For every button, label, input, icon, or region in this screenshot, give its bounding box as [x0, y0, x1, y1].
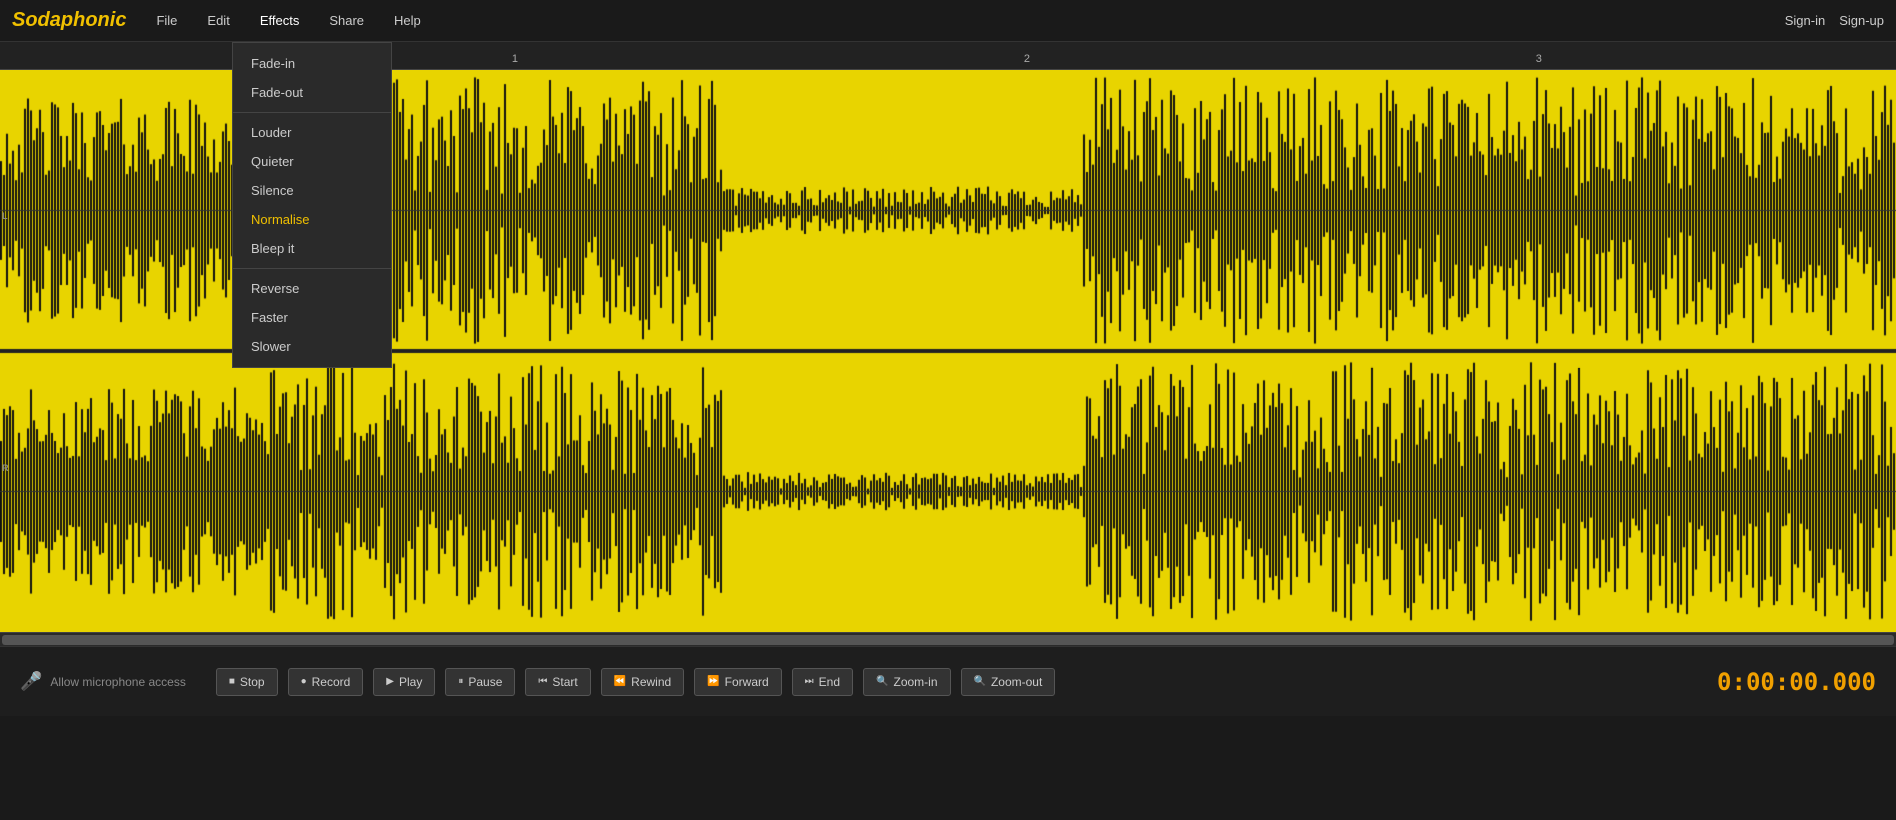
menu-divider-1 [233, 112, 391, 113]
menu-slower[interactable]: Slower [233, 332, 391, 361]
nav-share[interactable]: Share [323, 9, 370, 32]
track-label-L: L [2, 211, 8, 221]
zoom-out-icon: 🔍 [974, 676, 986, 687]
stop-icon: ■ [229, 676, 235, 687]
signin-link[interactable]: Sign-in [1785, 13, 1825, 28]
rewind-icon: ⏪ [614, 676, 626, 687]
end-button[interactable]: ⏭ End [792, 668, 853, 696]
menu-faster[interactable]: Faster [233, 303, 391, 332]
menu-quieter[interactable]: Quieter [233, 147, 391, 176]
forward-label: Forward [725, 675, 769, 689]
menu-silence[interactable]: Silence [233, 176, 391, 205]
menu-divider-2 [233, 268, 391, 269]
forward-button[interactable]: ⏩ Forward [694, 668, 781, 696]
ruler-mark-2: 2 [1024, 53, 1030, 65]
zoom-out-label: Zoom-out [991, 675, 1042, 689]
ruler-mark-1: 1 [512, 53, 518, 65]
mic-section: 🎤 Allow microphone access [20, 671, 186, 692]
menu-bleep-it[interactable]: Bleep it [233, 234, 391, 263]
record-icon: ● [301, 676, 307, 687]
start-icon: ⏮ [538, 676, 547, 687]
nav-effects[interactable]: Effects [254, 9, 306, 32]
stop-label: Stop [240, 675, 265, 689]
rewind-label: Rewind [631, 675, 671, 689]
forward-icon: ⏩ [707, 676, 719, 687]
auth-links: Sign-in Sign-up [1785, 13, 1884, 28]
menu-louder[interactable]: Louder [233, 118, 391, 147]
play-label: Play [399, 675, 422, 689]
scrollbar-thumb[interactable] [2, 635, 1894, 645]
menu-reverse[interactable]: Reverse [233, 274, 391, 303]
header: Sodaphonic File Edit Effects Share Help … [0, 0, 1896, 42]
scrollbar-area[interactable] [0, 632, 1896, 646]
play-button[interactable]: ▶ Play [373, 668, 435, 696]
zoom-in-label: Zoom-in [893, 675, 937, 689]
play-icon: ▶ [386, 676, 394, 687]
menu-normalise[interactable]: Normalise [233, 205, 391, 234]
toolbar: 🎤 Allow microphone access ■ Stop ● Recor… [0, 646, 1896, 716]
record-button[interactable]: ● Record [288, 668, 364, 696]
pause-button[interactable]: ⏸ Pause [445, 668, 515, 696]
start-button[interactable]: ⏮ Start [525, 668, 590, 696]
end-label: End [819, 675, 840, 689]
zoom-out-button[interactable]: 🔍 Zoom-out [961, 668, 1056, 696]
zoom-in-icon: 🔍 [876, 676, 888, 687]
zoom-in-button[interactable]: 🔍 Zoom-in [863, 668, 950, 696]
end-icon: ⏭ [805, 676, 814, 687]
nav-file[interactable]: File [150, 9, 183, 32]
track-label-R: R [2, 463, 9, 473]
time-display: 0:00:00.000 [1717, 668, 1876, 696]
signup-link[interactable]: Sign-up [1839, 13, 1884, 28]
start-label: Start [552, 675, 577, 689]
pause-label: Pause [468, 675, 502, 689]
record-label: Record [312, 675, 351, 689]
rewind-button[interactable]: ⏪ Rewind [601, 668, 684, 696]
app-logo: Sodaphonic [12, 9, 126, 32]
mic-label[interactable]: Allow microphone access [50, 675, 185, 689]
ruler-mark-3: 3 [1536, 53, 1542, 65]
pause-icon: ⏸ [458, 676, 463, 687]
stop-button[interactable]: ■ Stop [216, 668, 278, 696]
nav-help[interactable]: Help [388, 9, 427, 32]
menu-fade-out[interactable]: Fade-out [233, 78, 391, 107]
nav-edit[interactable]: Edit [201, 9, 235, 32]
menu-fade-in[interactable]: Fade-in [233, 49, 391, 78]
mic-icon: 🎤 [20, 671, 42, 692]
effects-dropdown: Fade-in Fade-out Louder Quieter Silence … [232, 42, 392, 368]
